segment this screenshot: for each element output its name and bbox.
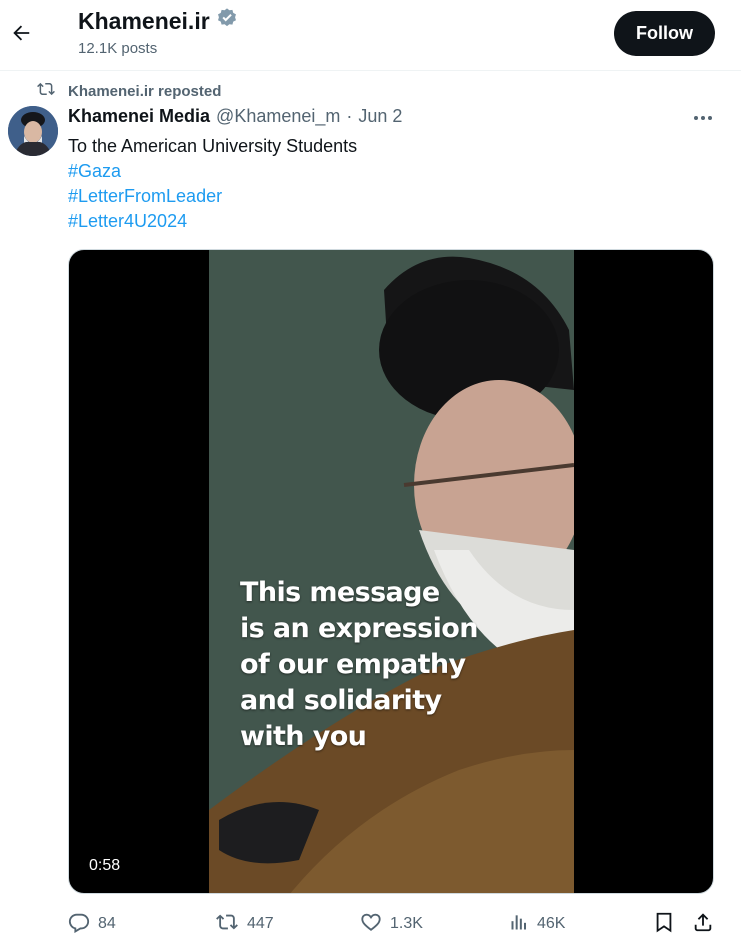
caption-line: and solidarity <box>240 685 442 716</box>
hashtag-letterfromleader[interactable]: #LetterFromLeader <box>68 184 357 209</box>
repost-count: 447 <box>247 915 274 932</box>
caption-line: with you <box>240 721 367 752</box>
profile-header: Khamenei.ir 12.1K posts Follow <box>0 0 741 71</box>
profile-name: Khamenei.ir <box>78 8 210 34</box>
like-button[interactable]: 1.3K <box>360 908 423 940</box>
repost-indicator: Khamenei.ir reposted <box>36 80 221 102</box>
views-icon <box>509 912 529 937</box>
caption-line: This message <box>240 577 440 608</box>
tweet-actions: 84 447 1.3K 46K <box>68 908 716 940</box>
profile-title-block: Khamenei.ir 12.1K posts <box>78 6 238 57</box>
views-count: 46K <box>537 915 566 932</box>
bookmark-icon <box>653 911 675 938</box>
like-count: 1.3K <box>390 915 423 932</box>
tweet-text: To the American University Students #Gaz… <box>68 134 357 234</box>
hashtag-letter4u2024[interactable]: #Letter4U2024 <box>68 209 357 234</box>
verified-badge-icon <box>216 6 238 36</box>
author-name[interactable]: Khamenei Media <box>68 106 210 127</box>
author-handle[interactable]: @Khamenei_m <box>216 106 340 127</box>
repost-button[interactable]: 447 <box>215 908 274 940</box>
meta-separator: · <box>346 106 353 126</box>
video-frame[interactable] <box>209 250 584 893</box>
share-icon <box>692 911 714 938</box>
caption-line: of our empathy <box>240 649 466 680</box>
caption-line: is an expression <box>240 613 478 644</box>
follow-button[interactable]: Follow <box>614 11 715 56</box>
repost-icon <box>36 80 56 102</box>
page-title: Khamenei.ir <box>78 6 238 36</box>
bookmark-button[interactable] <box>653 908 675 940</box>
video-duration: 0:58 <box>89 857 121 874</box>
reply-button[interactable]: 84 <box>68 908 116 940</box>
avatar[interactable] <box>8 106 58 156</box>
video-caption: This message is an expression of our emp… <box>240 575 478 755</box>
more-icon[interactable] <box>690 106 716 130</box>
hashtag-gaza[interactable]: #Gaza <box>68 159 357 184</box>
views-button[interactable]: 46K <box>509 908 565 940</box>
repost-icon <box>215 911 239 938</box>
video-player[interactable]: This message is an expression of our emp… <box>68 249 714 894</box>
back-arrow-icon[interactable] <box>6 18 36 48</box>
repost-label[interactable]: Khamenei.ir reposted <box>68 83 221 100</box>
video-figure-illustration <box>209 250 584 893</box>
reply-count: 84 <box>98 915 116 932</box>
reply-icon <box>68 911 90 938</box>
tweet-date[interactable]: Jun 2 <box>358 106 402 127</box>
share-button[interactable] <box>692 908 714 940</box>
like-icon <box>360 911 382 938</box>
tweet-text-line: To the American University Students <box>68 136 358 156</box>
posts-count: 12.1K posts <box>78 40 158 57</box>
tweet-meta: Khamenei Media @Khamenei_m · Jun 2 <box>68 106 402 127</box>
